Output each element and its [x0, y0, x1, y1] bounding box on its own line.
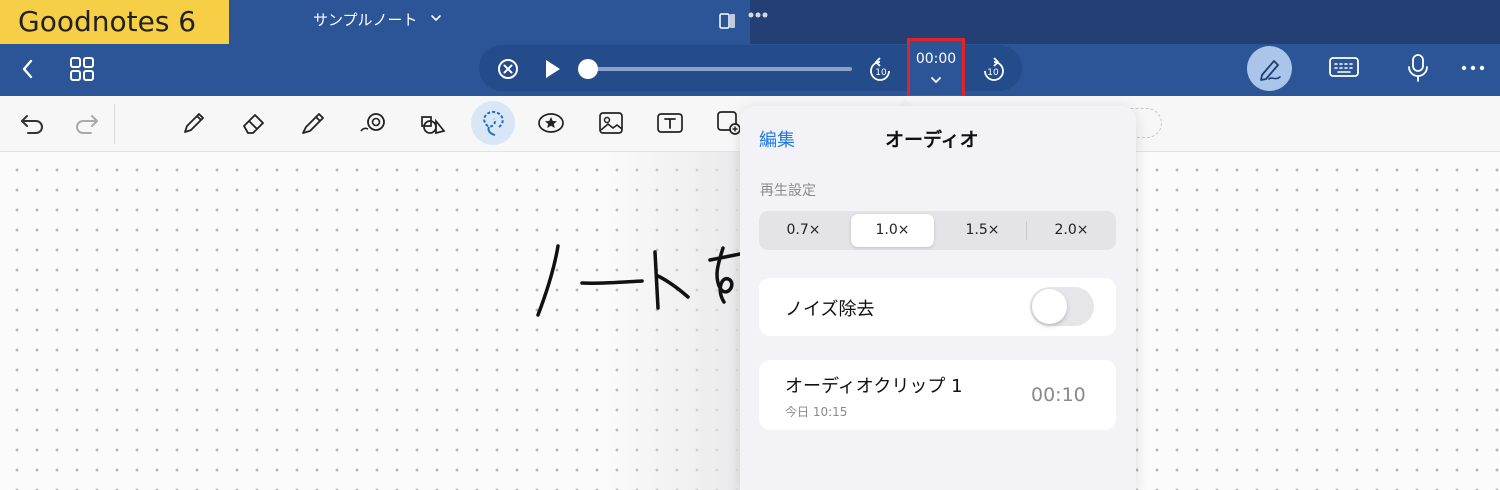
audio-clip-name: オーディオクリップ 1 — [785, 376, 963, 397]
keyboard-button[interactable] — [1328, 55, 1360, 81]
audio-time: 00:00 — [915, 51, 957, 67]
eraser-tool-button[interactable] — [240, 109, 268, 137]
highlighter-tool-button[interactable] — [299, 109, 327, 137]
audio-clip-duration: 00:10 — [1031, 384, 1086, 406]
microphone-icon — [1408, 54, 1428, 82]
chevron-down-icon — [931, 77, 941, 84]
shape-tool-button[interactable] — [358, 109, 388, 137]
speed-option-1.0[interactable]: 1.0× — [851, 214, 934, 247]
text-tool-button[interactable] — [655, 109, 685, 137]
skip-back-10-icon: 10 — [870, 57, 890, 81]
chevron-down-icon[interactable] — [430, 12, 442, 24]
popover-title: オーディオ — [885, 129, 979, 151]
sticker-tool-button[interactable] — [536, 110, 566, 136]
shape-icon — [360, 113, 385, 132]
playback-settings-label: 再生設定 — [760, 183, 816, 199]
speed-option-0.7[interactable]: 0.7× — [759, 211, 848, 250]
undo-icon — [21, 115, 43, 134]
skip-forward-button[interactable]: 10 — [978, 54, 1008, 84]
speed-option-2.0[interactable]: 2.0× — [1027, 211, 1116, 250]
lasso-tool-button[interactable] — [471, 101, 515, 145]
audio-time-dropdown[interactable]: 00:00 — [907, 38, 965, 98]
noise-reduction-label: ノイズ除去 — [785, 299, 875, 320]
play-button[interactable] — [540, 57, 564, 81]
play-icon — [546, 60, 560, 78]
close-audio-button[interactable] — [496, 57, 520, 81]
skip-forward-label: 10 — [987, 68, 999, 78]
speed-option-1.5[interactable]: 1.5× — [939, 211, 1026, 250]
redo-button[interactable] — [73, 110, 101, 136]
skip-back-button[interactable]: 10 — [866, 54, 896, 84]
elements-icon — [717, 111, 741, 135]
image-tool-button[interactable] — [597, 109, 625, 137]
undo-button[interactable] — [18, 110, 46, 136]
handwriting-stroke — [536, 244, 742, 317]
audio-progress-knob[interactable] — [578, 59, 598, 79]
top-bar-dark-region — [750, 0, 1500, 44]
audio-clip-date: 今日 10:15 — [785, 405, 848, 419]
shapes-icon — [421, 116, 446, 135]
redo-icon — [76, 115, 98, 134]
text-box-icon — [657, 113, 683, 133]
lasso-icon — [483, 110, 504, 136]
document-title-menu[interactable]: サンプルノート — [313, 9, 418, 30]
pen-tool-button[interactable] — [180, 109, 208, 137]
keyboard-icon — [1329, 57, 1359, 77]
pen-scribble-icon — [1260, 60, 1281, 81]
pencil-mode-button[interactable] — [1247, 46, 1292, 91]
image-icon — [599, 112, 623, 134]
more-options-button[interactable] — [1460, 60, 1486, 76]
multitasking-icon[interactable] — [718, 8, 768, 34]
thumbnails-button[interactable] — [68, 55, 96, 83]
close-circle-icon — [498, 59, 518, 79]
app-name-label: Goodnotes 6 — [0, 0, 229, 44]
audio-progress-track[interactable] — [588, 67, 852, 71]
sticker-star-icon — [538, 113, 564, 133]
back-button[interactable] — [15, 56, 41, 82]
add-element-tool-button[interactable] — [715, 109, 743, 137]
shapes-tool-button[interactable] — [417, 109, 447, 137]
edit-button[interactable]: 編集 — [759, 126, 795, 152]
grid-icon — [70, 57, 94, 81]
toggle-knob[interactable] — [1032, 289, 1067, 324]
skip-forward-10-icon: 10 — [984, 57, 1004, 81]
highlighter-icon — [302, 113, 324, 134]
toolbar-divider — [114, 104, 115, 144]
pen-icon — [184, 113, 204, 133]
playback-speed-control: 0.7× 1.0× 1.5× 2.0× — [759, 211, 1116, 250]
microphone-button[interactable] — [1404, 53, 1432, 83]
more-horizontal-icon — [1461, 65, 1485, 71]
chevron-left-icon — [22, 59, 33, 79]
skip-back-label: 10 — [875, 68, 887, 78]
eraser-icon — [243, 114, 264, 134]
